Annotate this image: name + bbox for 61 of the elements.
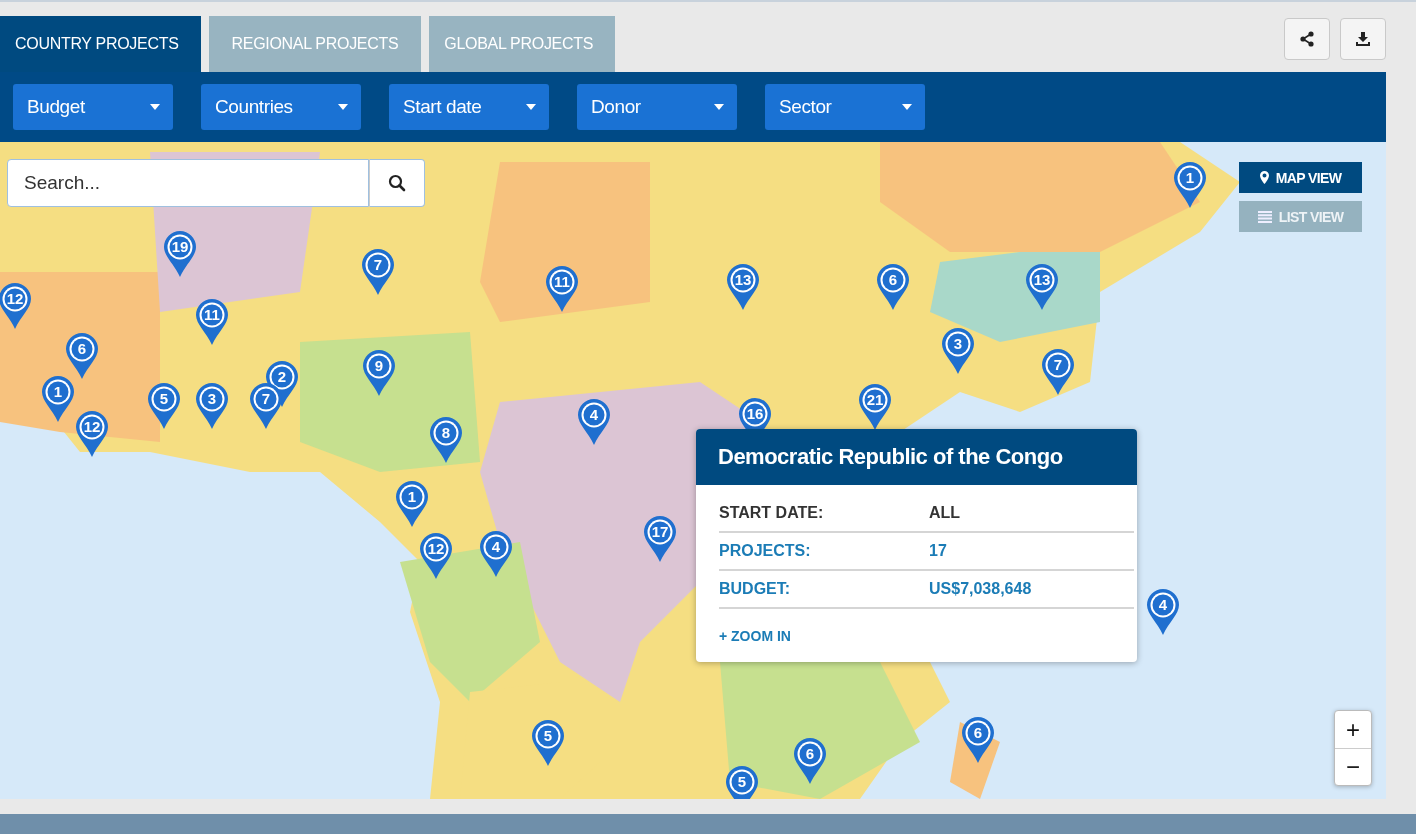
- map-pin[interactable]: 12: [0, 282, 32, 330]
- map-pin[interactable]: 6: [793, 737, 827, 785]
- tooltip-value: US$7,038,648: [929, 580, 1032, 598]
- download-icon: [1355, 31, 1371, 47]
- map-pin[interactable]: 1: [41, 375, 75, 423]
- map-pin[interactable]: 6: [876, 263, 910, 311]
- map-pin[interactable]: 12: [419, 532, 453, 580]
- view-toggle-button[interactable]: MAP VIEW: [1239, 162, 1362, 193]
- map-pin[interactable]: 5: [725, 765, 759, 799]
- map-pin[interactable]: 7: [361, 248, 395, 296]
- map-pin[interactable]: 4: [479, 530, 513, 578]
- filter-dropdown[interactable]: Countries: [201, 84, 361, 130]
- map-pin[interactable]: 3: [195, 382, 229, 430]
- search-field[interactable]: Search...: [7, 159, 369, 207]
- caret-icon: [902, 104, 912, 110]
- caret-icon: [150, 104, 160, 110]
- filter-dropdown[interactable]: Start date: [389, 84, 549, 130]
- map-pin[interactable]: 17: [643, 515, 677, 563]
- map-pin[interactable]: 5: [147, 382, 181, 430]
- caret-icon: [338, 104, 348, 110]
- search-icon: [388, 174, 406, 192]
- caret-icon: [714, 104, 724, 110]
- map-marker-icon: [1259, 171, 1269, 184]
- map-pin[interactable]: 12: [75, 410, 109, 458]
- filter-dropdown[interactable]: Donor: [577, 84, 737, 130]
- map-pin[interactable]: 5: [531, 719, 565, 767]
- zoom-button[interactable]: −: [1335, 748, 1371, 785]
- filter-dropdown[interactable]: Budget: [13, 84, 173, 130]
- map-pin[interactable]: 19: [163, 230, 197, 278]
- tooltip-label: PROJECTS:: [719, 542, 812, 560]
- map-pin[interactable]: 6: [65, 332, 99, 380]
- list-icon: [1257, 210, 1272, 223]
- map-pin[interactable]: 21: [858, 383, 892, 431]
- download-button[interactable]: [1340, 18, 1386, 60]
- zoom-in-link[interactable]: + ZOOM IN: [719, 628, 791, 644]
- tooltip-value: ALL: [929, 504, 961, 522]
- filter-dropdown[interactable]: Sector: [765, 84, 925, 130]
- map-pin[interactable]: 4: [1146, 588, 1180, 636]
- caret-icon: [526, 104, 536, 110]
- tooltip-value: 17: [929, 542, 947, 560]
- map-pin[interactable]: 3: [941, 327, 975, 375]
- map-pin[interactable]: 7: [1041, 348, 1075, 396]
- map-pin[interactable]: 7: [249, 382, 283, 430]
- tooltip-label: BUDGET:: [719, 580, 792, 598]
- map-pin[interactable]: 13: [726, 263, 760, 311]
- map-pin[interactable]: 4: [577, 398, 611, 446]
- share-button[interactable]: [1284, 18, 1330, 60]
- tooltip-label: START DATE:: [719, 504, 825, 522]
- map-pin[interactable]: 11: [195, 298, 229, 346]
- map-pin[interactable]: 8: [429, 416, 463, 464]
- map-pin[interactable]: 6: [961, 716, 995, 764]
- map-pin[interactable]: 1: [1173, 161, 1207, 209]
- zoom-button[interactable]: +: [1335, 711, 1371, 748]
- tooltip-title: Democratic Republic of the Congo: [718, 444, 1063, 470]
- map-pin[interactable]: 11: [545, 265, 579, 313]
- search-button[interactable]: [369, 159, 425, 207]
- tab[interactable]: COUNTRY PROJECTS: [0, 16, 201, 72]
- map-pin[interactable]: 1: [395, 480, 429, 528]
- map-pin[interactable]: 13: [1025, 263, 1059, 311]
- share-icon: [1299, 31, 1315, 47]
- map-pin[interactable]: 9: [362, 349, 396, 397]
